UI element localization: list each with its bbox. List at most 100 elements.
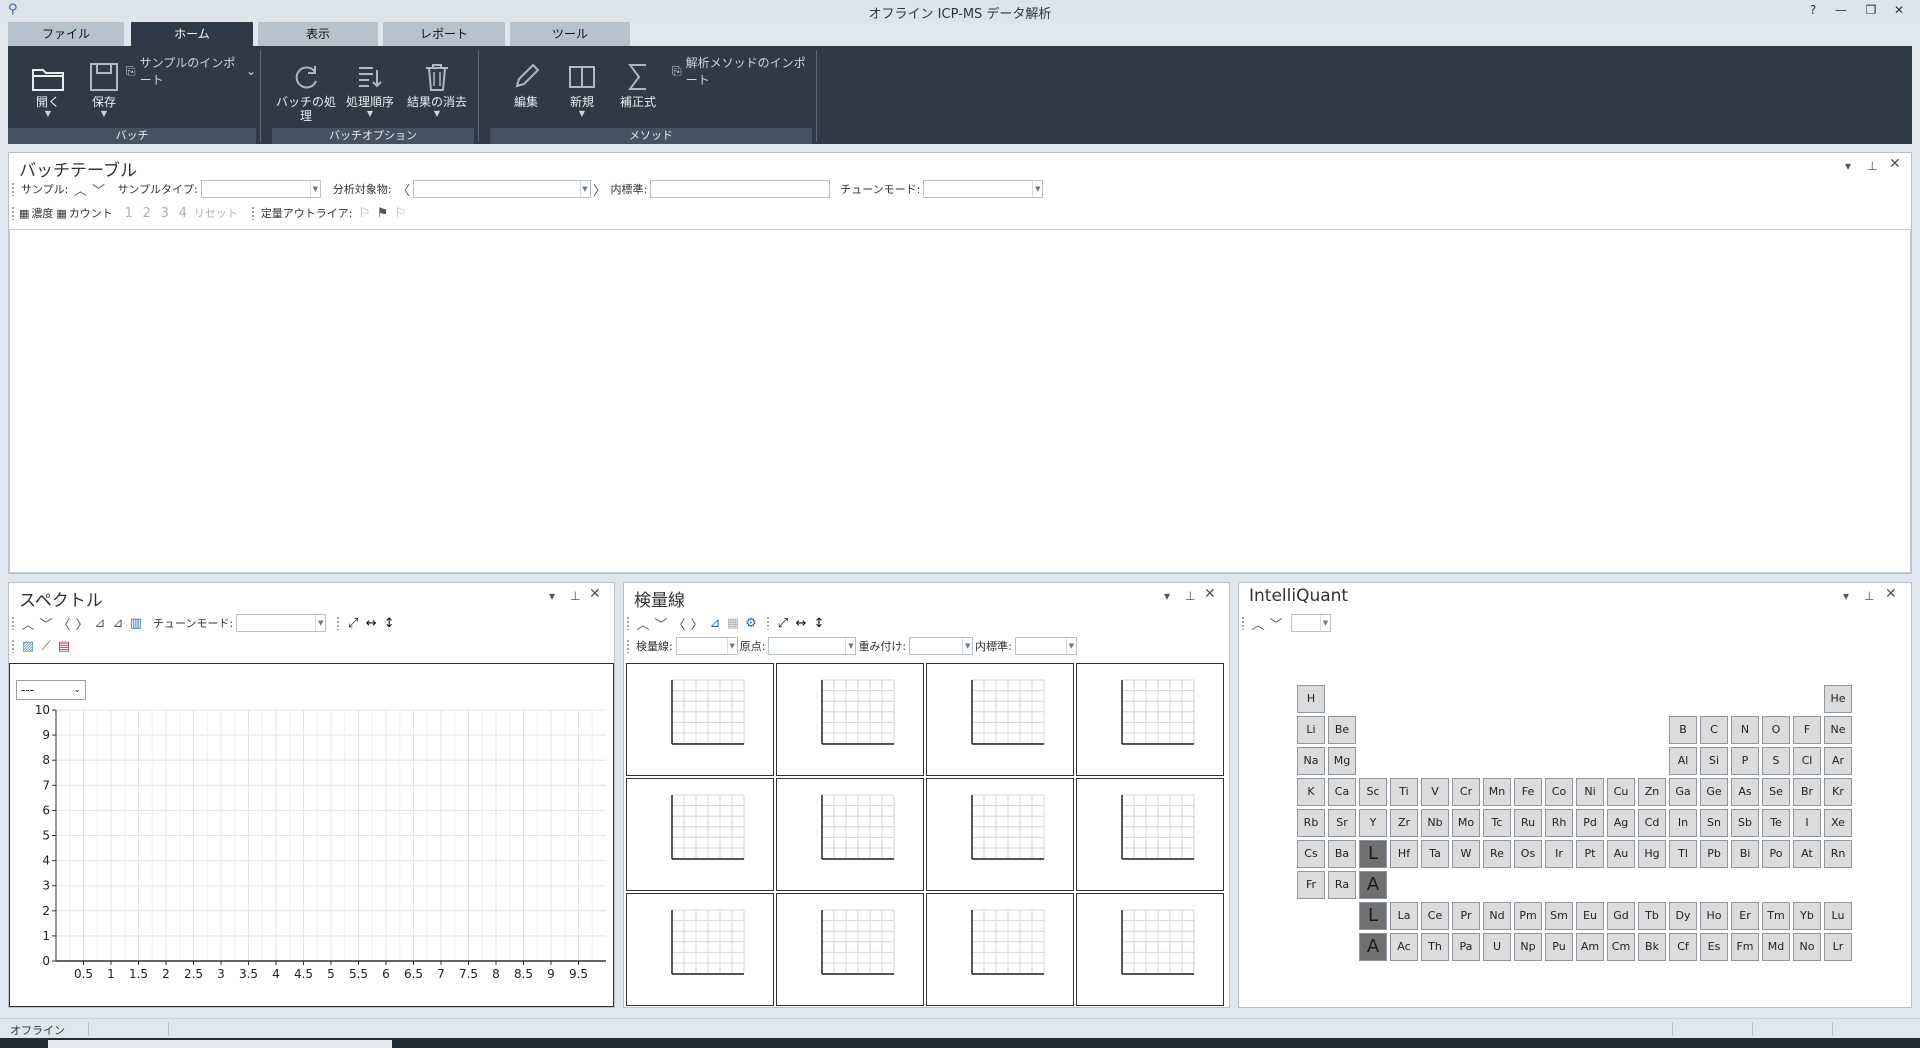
element-pb[interactable]: Pb: [1700, 840, 1728, 868]
correction-button[interactable]: 補正式: [610, 56, 666, 109]
element-mn[interactable]: Mn: [1483, 778, 1511, 806]
element-hg[interactable]: Hg: [1638, 840, 1666, 868]
color-legend-icon[interactable]: ▤: [55, 637, 73, 655]
element-cm[interactable]: Cm: [1607, 933, 1635, 961]
settings-chart-icon[interactable]: ⚙: [742, 614, 760, 632]
pin-icon[interactable]: ⊥: [570, 589, 580, 603]
element-ac[interactable]: Ac: [1390, 933, 1418, 961]
tune-mode-select[interactable]: ▼: [923, 180, 1044, 198]
calibration-cell[interactable]: [1076, 663, 1224, 776]
element-ra[interactable]: Ra: [1328, 871, 1356, 899]
conc-button[interactable]: 濃度: [31, 205, 53, 221]
edit-button[interactable]: 編集: [498, 56, 554, 109]
element-fm[interactable]: Fm: [1731, 933, 1759, 961]
tab-file[interactable]: ファイル: [8, 22, 124, 46]
element-al[interactable]: Al: [1669, 747, 1697, 775]
element-mo[interactable]: Mo: [1452, 809, 1480, 837]
clear-results-button[interactable]: 結果の消去 ▼: [404, 56, 470, 119]
sample-type-select[interactable]: ▼: [200, 180, 321, 198]
calibration-cell[interactable]: [926, 893, 1074, 1006]
element-be[interactable]: Be: [1328, 716, 1356, 744]
element-ce[interactable]: Ce: [1421, 902, 1449, 930]
element-eu[interactable]: Eu: [1576, 902, 1604, 930]
element-at[interactable]: At: [1793, 840, 1821, 868]
calibration-cell[interactable]: [1076, 778, 1224, 891]
close-icon[interactable]: ✕: [1204, 586, 1216, 602]
element-hf[interactable]: Hf: [1390, 840, 1418, 868]
element-se[interactable]: Se: [1762, 778, 1790, 806]
dropdown-icon[interactable]: ▾: [1845, 159, 1851, 173]
horizontal-resize-icon[interactable]: ↔: [792, 614, 810, 632]
element-f[interactable]: F: [1793, 716, 1821, 744]
element-s[interactable]: S: [1762, 747, 1790, 775]
element-h[interactable]: H: [1297, 685, 1325, 713]
view-3-button[interactable]: 3: [156, 204, 174, 222]
element-sn[interactable]: Sn: [1700, 809, 1728, 837]
element-am[interactable]: Am: [1576, 933, 1604, 961]
chevron-down-icon[interactable]: ﹀: [89, 180, 107, 199]
pin-icon[interactable]: ⊥: [1867, 159, 1877, 173]
element-cs[interactable]: Cs: [1297, 840, 1325, 868]
element-br[interactable]: Br: [1793, 778, 1821, 806]
tab-report[interactable]: レポート: [383, 22, 505, 46]
element-la[interactable]: La: [1390, 902, 1418, 930]
element-ga[interactable]: Ga: [1669, 778, 1697, 806]
element-sb[interactable]: Sb: [1731, 809, 1759, 837]
chevron-down-icon[interactable]: ﹀: [1267, 614, 1285, 633]
calibration-cell[interactable]: [626, 778, 774, 891]
vertical-resize-icon[interactable]: ↕: [380, 614, 398, 632]
element-k[interactable]: K: [1297, 778, 1325, 806]
horizontal-resize-icon[interactable]: ↔: [362, 614, 380, 632]
element-as[interactable]: As: [1731, 778, 1759, 806]
element-rb[interactable]: Rb: [1297, 809, 1325, 837]
element-u[interactable]: U: [1483, 933, 1511, 961]
chevron-right-icon[interactable]: 〉: [688, 614, 706, 633]
element-os[interactable]: Os: [1514, 840, 1542, 868]
element-cd[interactable]: Cd: [1638, 809, 1666, 837]
element-te[interactable]: Te: [1762, 809, 1790, 837]
element-ta[interactable]: Ta: [1421, 840, 1449, 868]
element-a[interactable]: A: [1359, 871, 1387, 899]
element-es[interactable]: Es: [1700, 933, 1728, 961]
element-fr[interactable]: Fr: [1297, 871, 1325, 899]
close-icon[interactable]: ✕: [1889, 156, 1901, 172]
element-sm[interactable]: Sm: [1545, 902, 1573, 930]
element-nd[interactable]: Nd: [1483, 902, 1511, 930]
element-b[interactable]: B: [1669, 716, 1697, 744]
element-fe[interactable]: Fe: [1514, 778, 1542, 806]
element-tb[interactable]: Tb: [1638, 902, 1666, 930]
element-o[interactable]: O: [1762, 716, 1790, 744]
element-v[interactable]: V: [1421, 778, 1449, 806]
open-button[interactable]: 開く ▼: [20, 56, 76, 119]
element-cu[interactable]: Cu: [1607, 778, 1635, 806]
expand-icon[interactable]: ⤢: [344, 614, 362, 632]
element-md[interactable]: Md: [1762, 933, 1790, 961]
restore-button[interactable]: ❐: [1860, 1, 1882, 19]
element-l[interactable]: L: [1359, 902, 1387, 930]
process-order-button[interactable]: 処理順序 ▼: [342, 56, 398, 119]
element-sc[interactable]: Sc: [1359, 778, 1387, 806]
tab-tools[interactable]: ツール: [510, 22, 630, 46]
sample-import-button[interactable]: ⎘ サンプルのインポート ⌄: [126, 54, 256, 88]
element-tl[interactable]: Tl: [1669, 840, 1697, 868]
element-er[interactable]: Er: [1731, 902, 1759, 930]
element-li[interactable]: Li: [1297, 716, 1325, 744]
element-zn[interactable]: Zn: [1638, 778, 1666, 806]
element-ba[interactable]: Ba: [1328, 840, 1356, 868]
element-c[interactable]: C: [1700, 716, 1728, 744]
calibration-cell[interactable]: [626, 663, 774, 776]
dropdown-icon[interactable]: ▾: [549, 589, 555, 603]
element-l[interactable]: L: [1359, 840, 1387, 868]
element-ne[interactable]: Ne: [1824, 716, 1852, 744]
element-dy[interactable]: Dy: [1669, 902, 1697, 930]
calibration-cell[interactable]: [926, 663, 1074, 776]
element-sr[interactable]: Sr: [1328, 809, 1356, 837]
line-chart-icon[interactable]: ⟋: [37, 637, 55, 655]
element-co[interactable]: Co: [1545, 778, 1573, 806]
tab-home[interactable]: ホーム: [131, 22, 253, 46]
element-lu[interactable]: Lu: [1824, 902, 1852, 930]
element-w[interactable]: W: [1452, 840, 1480, 868]
calibration-cell[interactable]: [1076, 893, 1224, 1006]
chevron-up-icon[interactable]: ︿: [71, 180, 89, 199]
element-lr[interactable]: Lr: [1824, 933, 1852, 961]
